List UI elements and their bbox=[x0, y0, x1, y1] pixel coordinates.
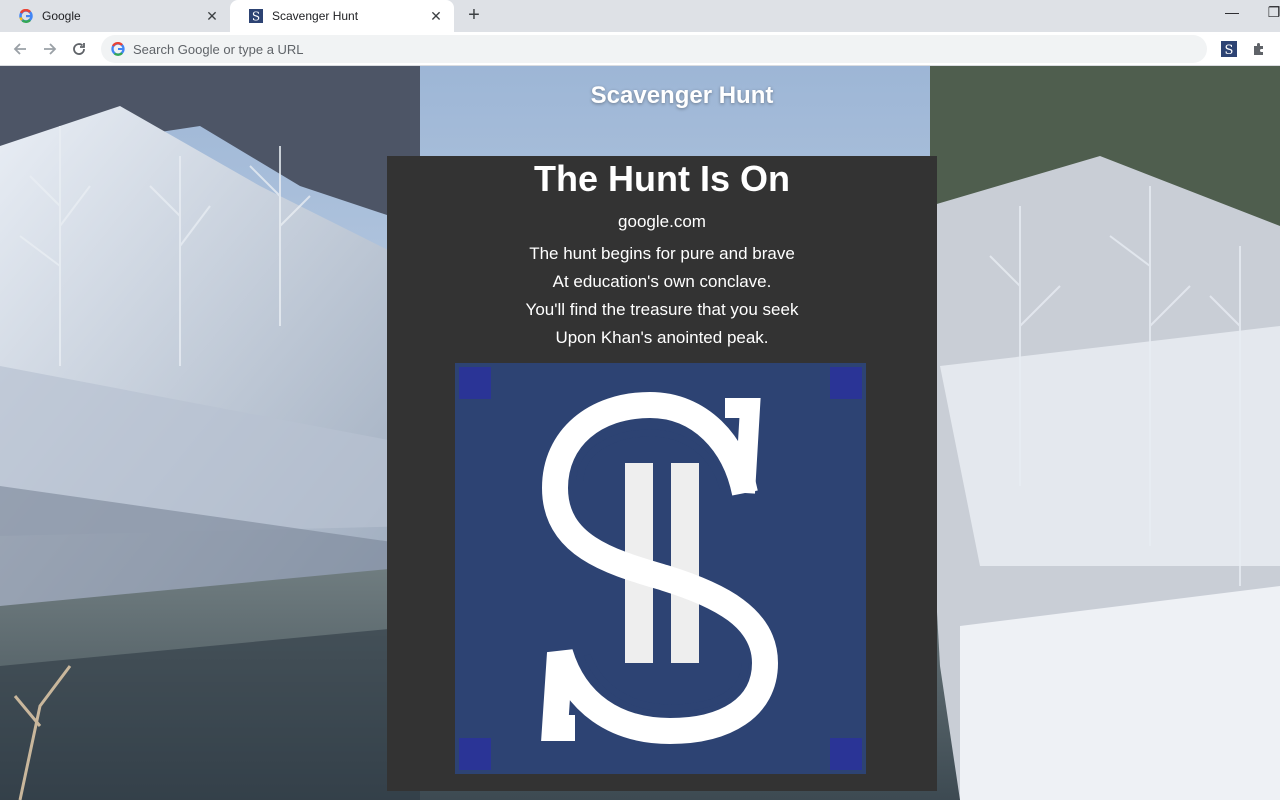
clue-heading: The Hunt Is On bbox=[534, 158, 790, 199]
site-title: Scavenger Hunt bbox=[590, 82, 774, 109]
google-g-icon bbox=[18, 8, 34, 24]
back-arrow-icon[interactable] bbox=[8, 37, 32, 61]
reload-icon[interactable] bbox=[67, 37, 91, 61]
scavenger-hunt-logo bbox=[455, 363, 866, 774]
poem-line: The hunt begins for pure and brave bbox=[529, 244, 795, 263]
browser-toolbar: Search Google or type a URL S bbox=[0, 32, 1280, 66]
poem-line: Upon Khan's anointed peak. bbox=[555, 328, 769, 347]
address-bar[interactable]: Search Google or type a URL bbox=[101, 35, 1207, 63]
close-icon[interactable]: ✕ bbox=[428, 8, 444, 24]
clue-site: google.com bbox=[618, 212, 706, 231]
extensions-puzzle-icon[interactable] bbox=[1249, 39, 1269, 59]
svg-text:S: S bbox=[1225, 43, 1234, 57]
minimize-button[interactable]: — bbox=[1220, 4, 1244, 26]
poem-line: At education's own conclave. bbox=[552, 272, 772, 291]
svg-text:S: S bbox=[252, 10, 260, 24]
scavenger-extension-icon[interactable]: S bbox=[1219, 39, 1239, 59]
tab-title: Google bbox=[42, 9, 81, 23]
tab-title: Scavenger Hunt bbox=[272, 9, 359, 23]
address-placeholder: Search Google or type a URL bbox=[133, 41, 304, 57]
poem-line: You'll find the treasure that you seek bbox=[525, 300, 799, 319]
close-icon[interactable]: ✕ bbox=[204, 8, 220, 24]
tab-google[interactable]: Google ✕ bbox=[0, 0, 230, 32]
forward-arrow-icon[interactable] bbox=[38, 37, 62, 61]
google-g-icon bbox=[111, 42, 125, 56]
restore-button[interactable]: ❐ bbox=[1262, 4, 1280, 26]
new-tab-button[interactable]: + bbox=[462, 4, 486, 28]
clue-poem: The hunt begins for pure and brave At ed… bbox=[387, 240, 937, 352]
tab-scavenger-hunt[interactable]: S Scavenger Hunt ✕ bbox=[230, 0, 454, 32]
scavenger-s-icon: S bbox=[248, 8, 264, 24]
clue-card: The Hunt Is On google.com The hunt begin… bbox=[387, 156, 937, 791]
page-content: Scavenger Hunt The Hunt Is On google.com… bbox=[0, 66, 1280, 800]
tab-strip: Google ✕ S Scavenger Hunt ✕ + — ❐ bbox=[0, 0, 1280, 32]
